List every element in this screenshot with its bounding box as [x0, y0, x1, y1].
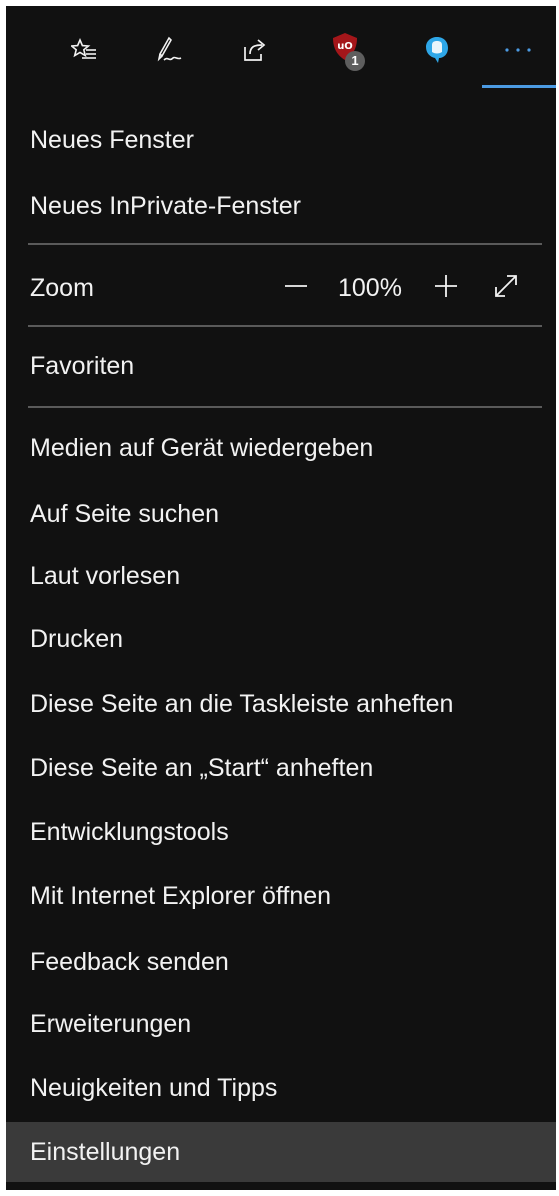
menu-item-pin-to-start[interactable]: Diese Seite an „Start“ anheften: [6, 738, 556, 798]
notes-button[interactable]: [147, 26, 191, 74]
menu-item-new-window[interactable]: Neues Fenster: [6, 110, 556, 170]
menu-item-label: Mit Internet Explorer öffnen: [30, 881, 332, 910]
menu-item-settings[interactable]: Einstellungen: [6, 1122, 556, 1182]
menu-item-new-inprivate-window[interactable]: Neues InPrivate-Fenster: [6, 176, 556, 236]
menu-separator: [28, 325, 542, 327]
zoom-in-button[interactable]: [426, 268, 466, 308]
more-button[interactable]: [496, 26, 540, 74]
zoom-label: Zoom: [30, 274, 94, 302]
menu-item-label: Erweiterungen: [30, 1009, 192, 1038]
menu-item-read-aloud[interactable]: Laut vorlesen: [6, 546, 556, 606]
menu-item-find-on-page[interactable]: Auf Seite suchen: [6, 484, 556, 544]
svg-text:uO: uO: [337, 41, 353, 52]
browser-settings-menu: uO 1 Neues Fenster Neues InPrivate-Fenst…: [6, 6, 556, 1190]
favorites-list-star-icon: [71, 38, 97, 62]
menu-item-label: Auf Seite suchen: [30, 499, 220, 528]
ublock-count-badge: 1: [345, 51, 365, 71]
menu-item-open-internet-explorer[interactable]: Mit Internet Explorer öffnen: [6, 866, 556, 926]
menu-item-label: Neues InPrivate-Fenster: [30, 191, 301, 220]
fullscreen-button[interactable]: [486, 268, 526, 308]
ublock-origin-button[interactable]: uO 1: [324, 26, 368, 74]
menu-item-extensions[interactable]: Erweiterungen: [6, 994, 556, 1054]
ublock-origin-shield-icon: uO 1: [324, 28, 368, 72]
zoom-level: 100%: [338, 274, 402, 302]
menu-item-favorites[interactable]: Favoriten: [6, 336, 556, 396]
blue-bubble-extension-icon: [424, 35, 450, 65]
menu-item-pin-to-taskbar[interactable]: Diese Seite an die Taskleiste anheften: [6, 674, 556, 734]
active-indicator: [482, 85, 556, 88]
favorites-list-button[interactable]: [62, 26, 106, 74]
menu-toolbar: uO 1: [6, 6, 556, 92]
menu-item-label: Medien auf Gerät wiedergeben: [30, 433, 374, 462]
menu-item-label: Neues Fenster: [30, 125, 194, 154]
menu-item-send-feedback[interactable]: Feedback senden: [6, 932, 556, 992]
menu-item-label: Favoriten: [30, 351, 135, 380]
menu-item-label: Drucken: [30, 624, 124, 653]
menu-item-label: Entwicklungstools: [30, 817, 229, 846]
plus-icon: [433, 273, 459, 304]
menu-item-label: Neuigkeiten und Tipps: [30, 1073, 278, 1102]
fullscreen-expand-icon: [492, 272, 520, 305]
pen-notes-icon: [155, 36, 183, 64]
menu-item-label: Diese Seite an die Taskleiste anheften: [30, 689, 454, 718]
menu-item-developer-tools[interactable]: Entwicklungstools: [6, 802, 556, 862]
zoom-row: Zoom 100%: [6, 258, 556, 320]
minus-icon: [283, 273, 309, 304]
share-button[interactable]: [233, 26, 277, 74]
menu-item-print[interactable]: Drucken: [6, 609, 556, 669]
more-dots-icon: [503, 46, 533, 54]
menu-item-news-and-tips[interactable]: Neuigkeiten und Tipps: [6, 1058, 556, 1118]
share-icon: [242, 37, 268, 63]
zoom-out-button[interactable]: [276, 268, 316, 308]
menu-separator: [28, 406, 542, 408]
menu-separator: [28, 243, 542, 245]
menu-item-label: Einstellungen: [30, 1137, 181, 1166]
menu-item-label: Feedback senden: [30, 947, 229, 976]
menu-item-label: Diese Seite an „Start“ anheften: [30, 753, 374, 782]
menu-item-label: Laut vorlesen: [30, 561, 181, 590]
menu-item-cast-media[interactable]: Medien auf Gerät wiedergeben: [6, 418, 556, 478]
extension-button[interactable]: [415, 26, 459, 74]
